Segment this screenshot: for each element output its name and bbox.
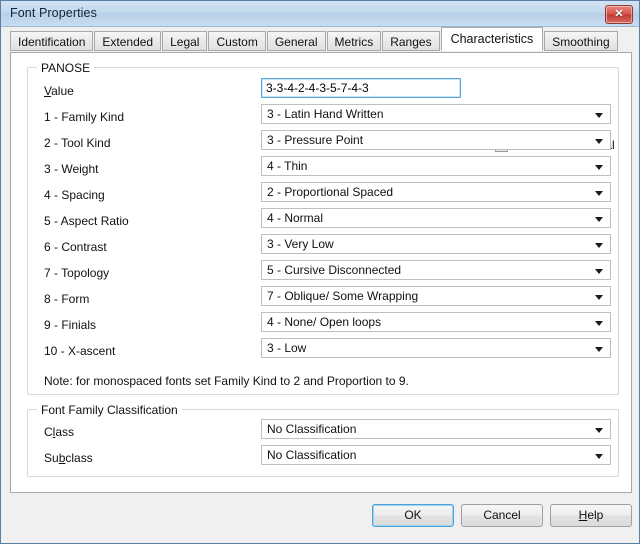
class-label: Class [44, 425, 75, 439]
combo-value: 3 - Low [267, 341, 307, 355]
panose-value-input[interactable] [261, 78, 461, 98]
panose-row-label-3: 3 - Weight [44, 162, 99, 176]
panose-row-label-8: 8 - Form [44, 292, 90, 306]
tab-page-characteristics: PANOSE Value Show hexadecimal 1 - Family… [10, 52, 632, 493]
combo-value: 3 - Pressure Point [267, 133, 364, 147]
help-button-label-post: elp [587, 508, 604, 522]
panose-group-title: PANOSE [37, 61, 95, 75]
panose-combo-finials[interactable]: 4 - None/ Open loops [261, 312, 611, 332]
tab-characteristics[interactable]: Characteristics [440, 27, 544, 51]
subclass-label: Subclass [44, 451, 93, 465]
subclass-combo[interactable]: No Classification [261, 445, 611, 465]
tab-label: Custom [216, 35, 258, 49]
font-properties-dialog: Font Properties ✕ Identification Extended… [0, 0, 640, 544]
font-family-classification-group: Font Family Classification Class No Clas… [27, 403, 619, 477]
chevron-down-icon [595, 139, 603, 144]
tab-custom[interactable]: Custom [208, 31, 266, 51]
tab-extended[interactable]: Extended [94, 31, 162, 51]
panose-combo-weight[interactable]: 4 - Thin [261, 156, 611, 176]
tab-label: Ranges [390, 35, 432, 49]
chevron-down-icon [595, 191, 603, 196]
chevron-down-icon [595, 269, 603, 274]
chevron-down-icon [595, 295, 603, 300]
panose-row-label-5: 5 - Aspect Ratio [44, 214, 129, 228]
panose-row-label-6: 6 - Contrast [44, 240, 107, 254]
combo-value: 2 - Proportional Spaced [267, 185, 394, 199]
tab-label: Legal [170, 35, 200, 49]
panose-group: PANOSE Value Show hexadecimal 1 - Family… [27, 61, 619, 395]
close-button[interactable]: ✕ [605, 5, 633, 24]
panose-row-label-2: 2 - Tool Kind [44, 136, 111, 150]
panose-row-label-10: 10 - X-ascent [44, 344, 116, 358]
ok-button-label: OK [404, 508, 422, 522]
tab-strip: Identification Extended Legal Custom General… [10, 27, 619, 53]
class-combo[interactable]: No Classification [261, 419, 611, 439]
chevron-down-icon [595, 243, 603, 248]
panose-combo-family-kind[interactable]: 3 - Latin Hand Written [261, 104, 611, 124]
combo-value: 3 - Very Low [267, 237, 334, 251]
chevron-down-icon [595, 428, 603, 433]
tab-metrics[interactable]: Metrics [326, 31, 382, 51]
tab-label: Smoothing [552, 35, 610, 49]
tab-ranges[interactable]: Ranges [382, 31, 440, 51]
classification-group-title: Font Family Classification [37, 403, 182, 417]
help-button[interactable]: Help [550, 504, 632, 527]
tab-identification[interactable]: Identification [10, 31, 94, 51]
panose-combo-topology[interactable]: 5 - Cursive Disconnected [261, 260, 611, 280]
chevron-down-icon [595, 217, 603, 222]
chevron-down-icon [595, 321, 603, 326]
combo-value: 4 - None/ Open loops [267, 315, 382, 329]
panose-combo-spacing[interactable]: 2 - Proportional Spaced [261, 182, 611, 202]
tab-label: Metrics [334, 35, 374, 49]
tab-smoothing[interactable]: Smoothing [544, 31, 618, 51]
combo-value: 4 - Normal [267, 211, 324, 225]
panose-combo-form[interactable]: 7 - Oblique/ Some Wrapping [261, 286, 611, 306]
tab-label: General [274, 35, 318, 49]
panose-row-label-1: 1 - Family Kind [44, 110, 125, 124]
panose-note: Note: for monospaced fonts set Family Ki… [44, 374, 409, 388]
tab-legal[interactable]: Legal [162, 31, 208, 51]
chevron-down-icon [595, 113, 603, 118]
panose-combo-aspect-ratio[interactable]: 4 - Normal [261, 208, 611, 228]
panose-combo-tool-kind[interactable]: 3 - Pressure Point [261, 130, 611, 150]
panose-combo-contrast[interactable]: 3 - Very Low [261, 234, 611, 254]
panose-row-label-7: 7 - Topology [44, 266, 110, 280]
combo-value: 3 - Latin Hand Written [267, 107, 384, 121]
combo-value: 4 - Thin [267, 159, 308, 173]
tab-label: Extended [102, 35, 154, 49]
panose-row-label-4: 4 - Spacing [44, 188, 105, 202]
cancel-button[interactable]: Cancel [461, 504, 543, 527]
tab-general[interactable]: General [266, 31, 326, 51]
panose-combo-x-ascent[interactable]: 3 - Low [261, 338, 611, 358]
panose-row-label-9: 9 - Finials [44, 318, 97, 332]
dialog-footer: OK Cancel Help [1, 494, 639, 543]
chevron-down-icon [595, 347, 603, 352]
cancel-button-label: Cancel [483, 508, 521, 522]
tab-label: Characteristics [450, 32, 534, 46]
value-label: Value [44, 84, 74, 98]
tab-label: Identification [18, 35, 86, 49]
combo-value: 7 - Oblique/ Some Wrapping [267, 289, 419, 303]
combo-value: No Classification [267, 448, 357, 462]
window-title: Font Properties [10, 6, 97, 20]
chevron-down-icon [595, 454, 603, 459]
ok-button[interactable]: OK [372, 504, 454, 527]
combo-value: 5 - Cursive Disconnected [267, 263, 402, 277]
title-bar: Font Properties ✕ [1, 1, 639, 27]
combo-value: No Classification [267, 422, 357, 436]
close-icon: ✕ [614, 8, 624, 20]
chevron-down-icon [595, 165, 603, 170]
